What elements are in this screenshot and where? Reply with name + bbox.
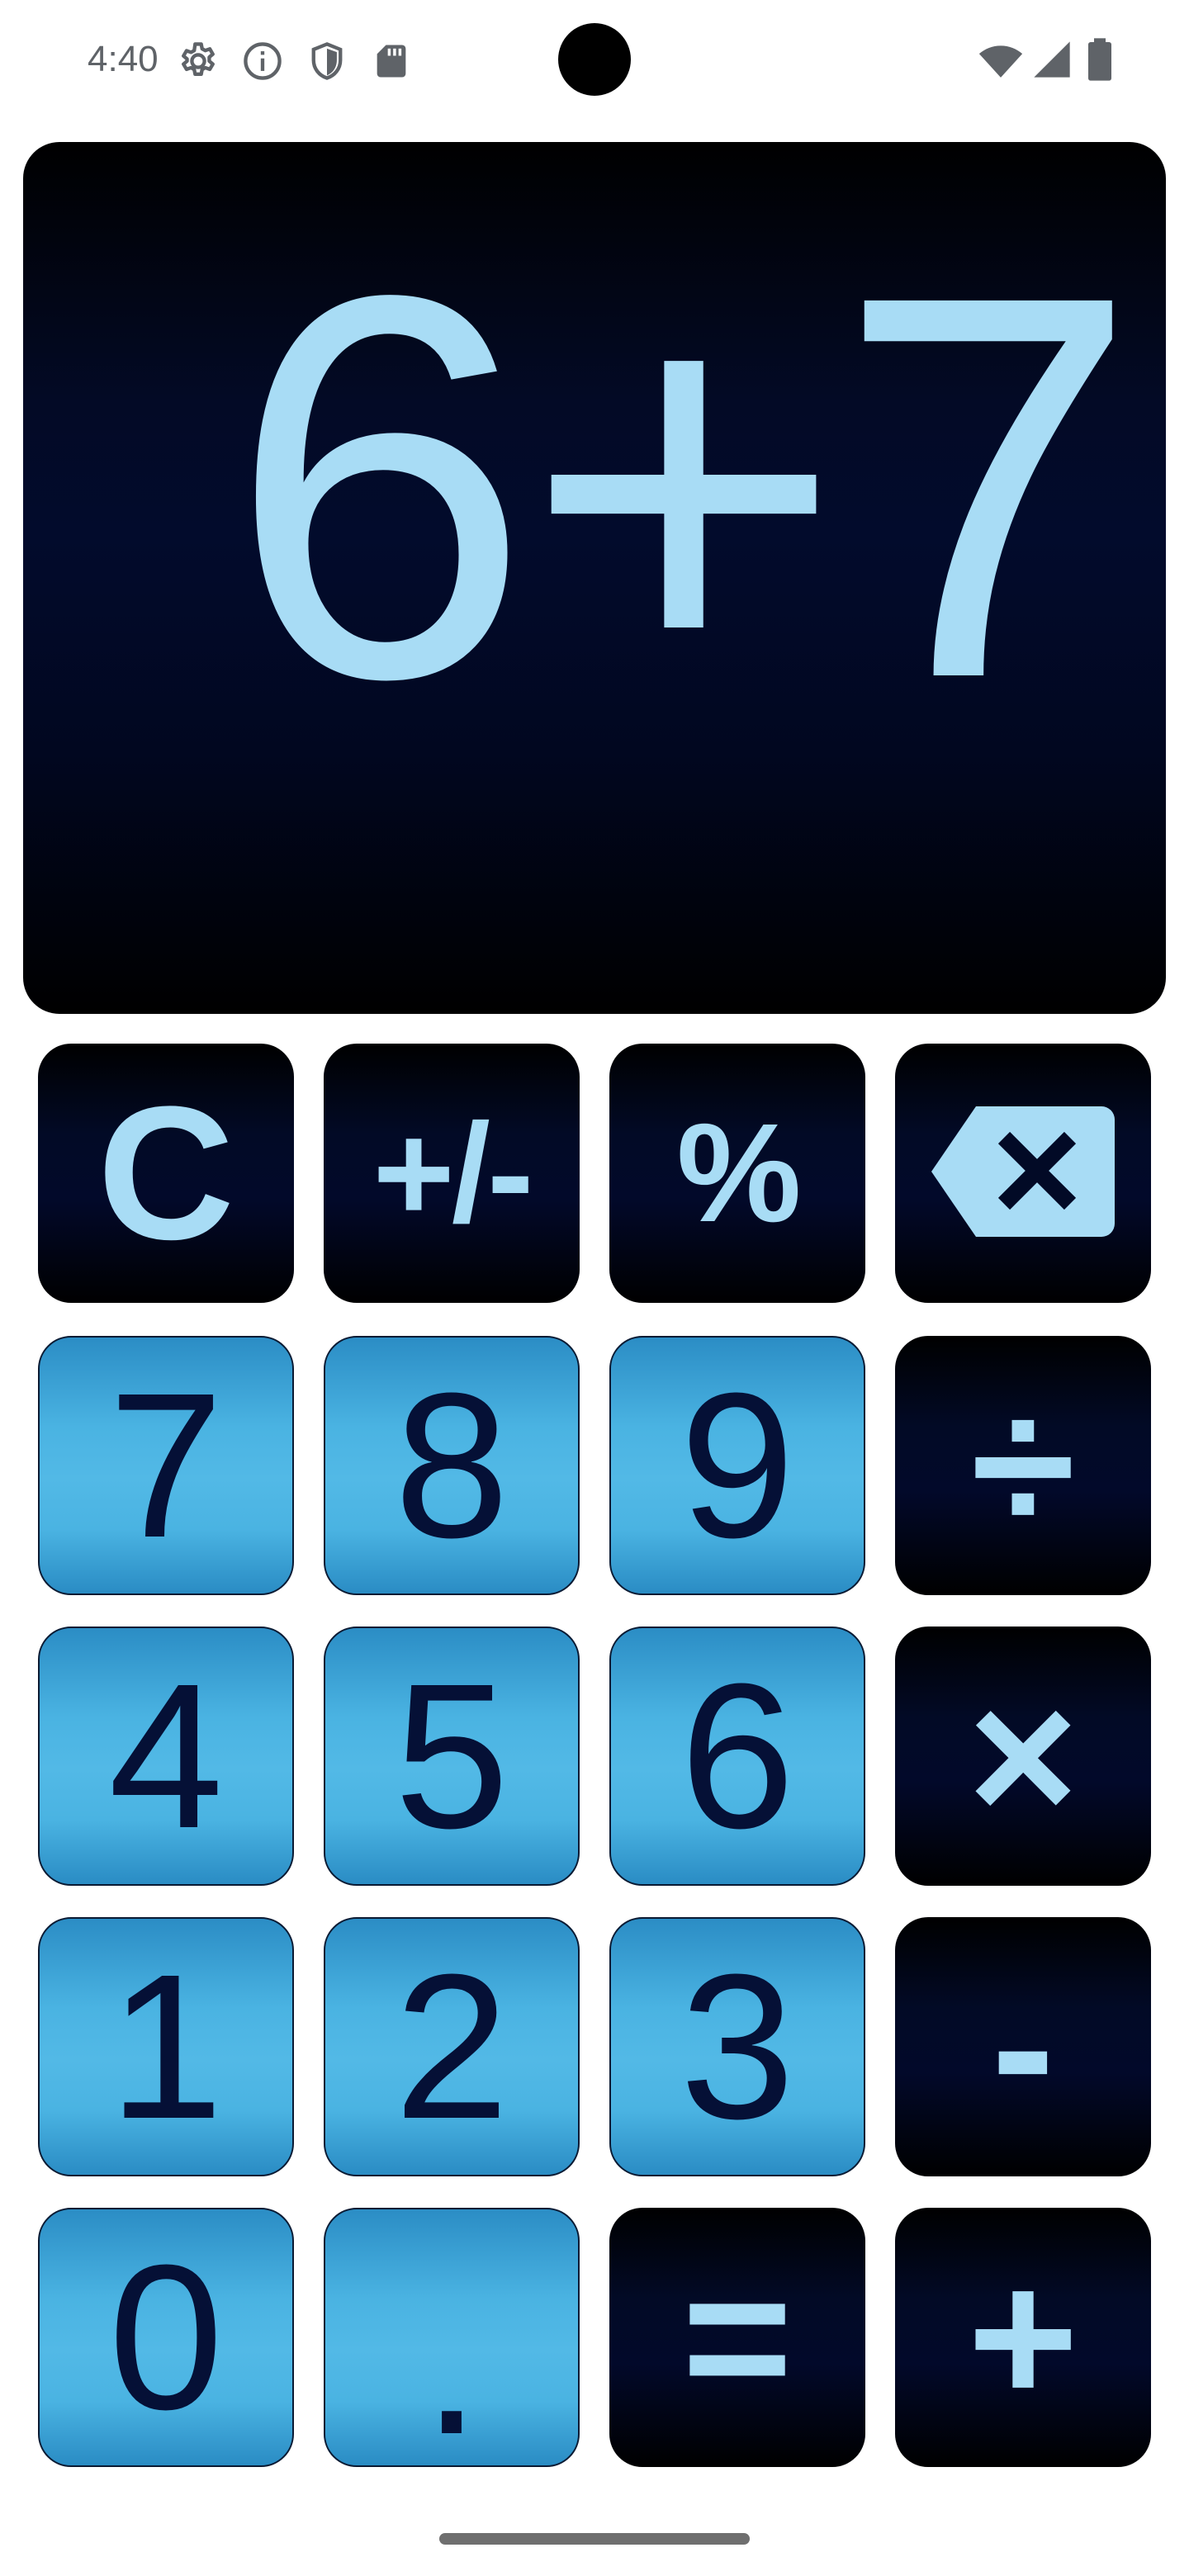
- digit-5-button[interactable]: 5: [324, 1627, 580, 1886]
- clear-button[interactable]: C: [38, 1044, 294, 1303]
- digit-0-button[interactable]: 0: [38, 2208, 294, 2467]
- plus-minus-button[interactable]: +/-: [324, 1044, 580, 1303]
- equals-button-label: =: [681, 2231, 793, 2443]
- plus-minus-button-label: +/-: [372, 1095, 533, 1252]
- shield-icon: [306, 40, 348, 83]
- percent-button-label: %: [676, 1095, 801, 1252]
- status-time: 4:40: [88, 39, 159, 79]
- digit-5-label: 5: [394, 1641, 509, 1871]
- camera-cutout: [558, 23, 631, 96]
- digit-4-label: 4: [108, 1641, 224, 1871]
- status-bar: 4:40: [0, 0, 1189, 124]
- digit-8-label: 8: [394, 1350, 509, 1580]
- equals-button[interactable]: =: [609, 2208, 865, 2467]
- digit-3-button[interactable]: 3: [609, 1917, 865, 2176]
- divide-button[interactable]: ÷: [895, 1336, 1151, 1595]
- digit-9-label: 9: [680, 1350, 795, 1580]
- digit-3-label: 3: [680, 1931, 795, 2162]
- minus-button-label: -: [991, 1940, 1055, 2152]
- minus-button[interactable]: -: [895, 1917, 1151, 2176]
- calculator-display: 6+7: [23, 142, 1166, 1014]
- backspace-icon: [928, 1101, 1118, 1246]
- digit-1-label: 1: [108, 1931, 224, 2162]
- clear-button-label: C: [97, 1067, 235, 1279]
- decimal-button[interactable]: .: [324, 2208, 580, 2467]
- multiply-button-label: ×: [967, 1650, 1079, 1862]
- battery-icon: [1082, 36, 1118, 83]
- digit-6-label: 6: [680, 1641, 795, 1871]
- digit-4-button[interactable]: 4: [38, 1627, 294, 1886]
- percent-button[interactable]: %: [609, 1044, 865, 1303]
- digit-7-button[interactable]: 7: [38, 1336, 294, 1595]
- decimal-button-label: .: [423, 2247, 481, 2467]
- display-expression: 6+7: [228, 182, 1139, 791]
- divide-button-label: ÷: [970, 1359, 1076, 1571]
- digit-6-button[interactable]: 6: [609, 1627, 865, 1886]
- digit-1-button[interactable]: 1: [38, 1917, 294, 2176]
- multiply-button[interactable]: ×: [895, 1627, 1151, 1886]
- gesture-nav-handle[interactable]: [439, 2533, 750, 2545]
- settings-icon: [177, 40, 220, 83]
- info-icon: [241, 40, 284, 83]
- digit-0-label: 0: [108, 2222, 224, 2452]
- sd-card-icon: [370, 40, 413, 83]
- cell-signal-icon: [1030, 38, 1073, 81]
- digit-2-button[interactable]: 2: [324, 1917, 580, 2176]
- digit-2-label: 2: [394, 1931, 509, 2162]
- wifi-icon: [978, 38, 1024, 84]
- plus-button-label: +: [967, 2231, 1079, 2443]
- digit-9-button[interactable]: 9: [609, 1336, 865, 1595]
- digit-7-label: 7: [108, 1350, 224, 1580]
- digit-8-button[interactable]: 8: [324, 1336, 580, 1595]
- backspace-button[interactable]: [895, 1044, 1151, 1303]
- plus-button[interactable]: +: [895, 2208, 1151, 2467]
